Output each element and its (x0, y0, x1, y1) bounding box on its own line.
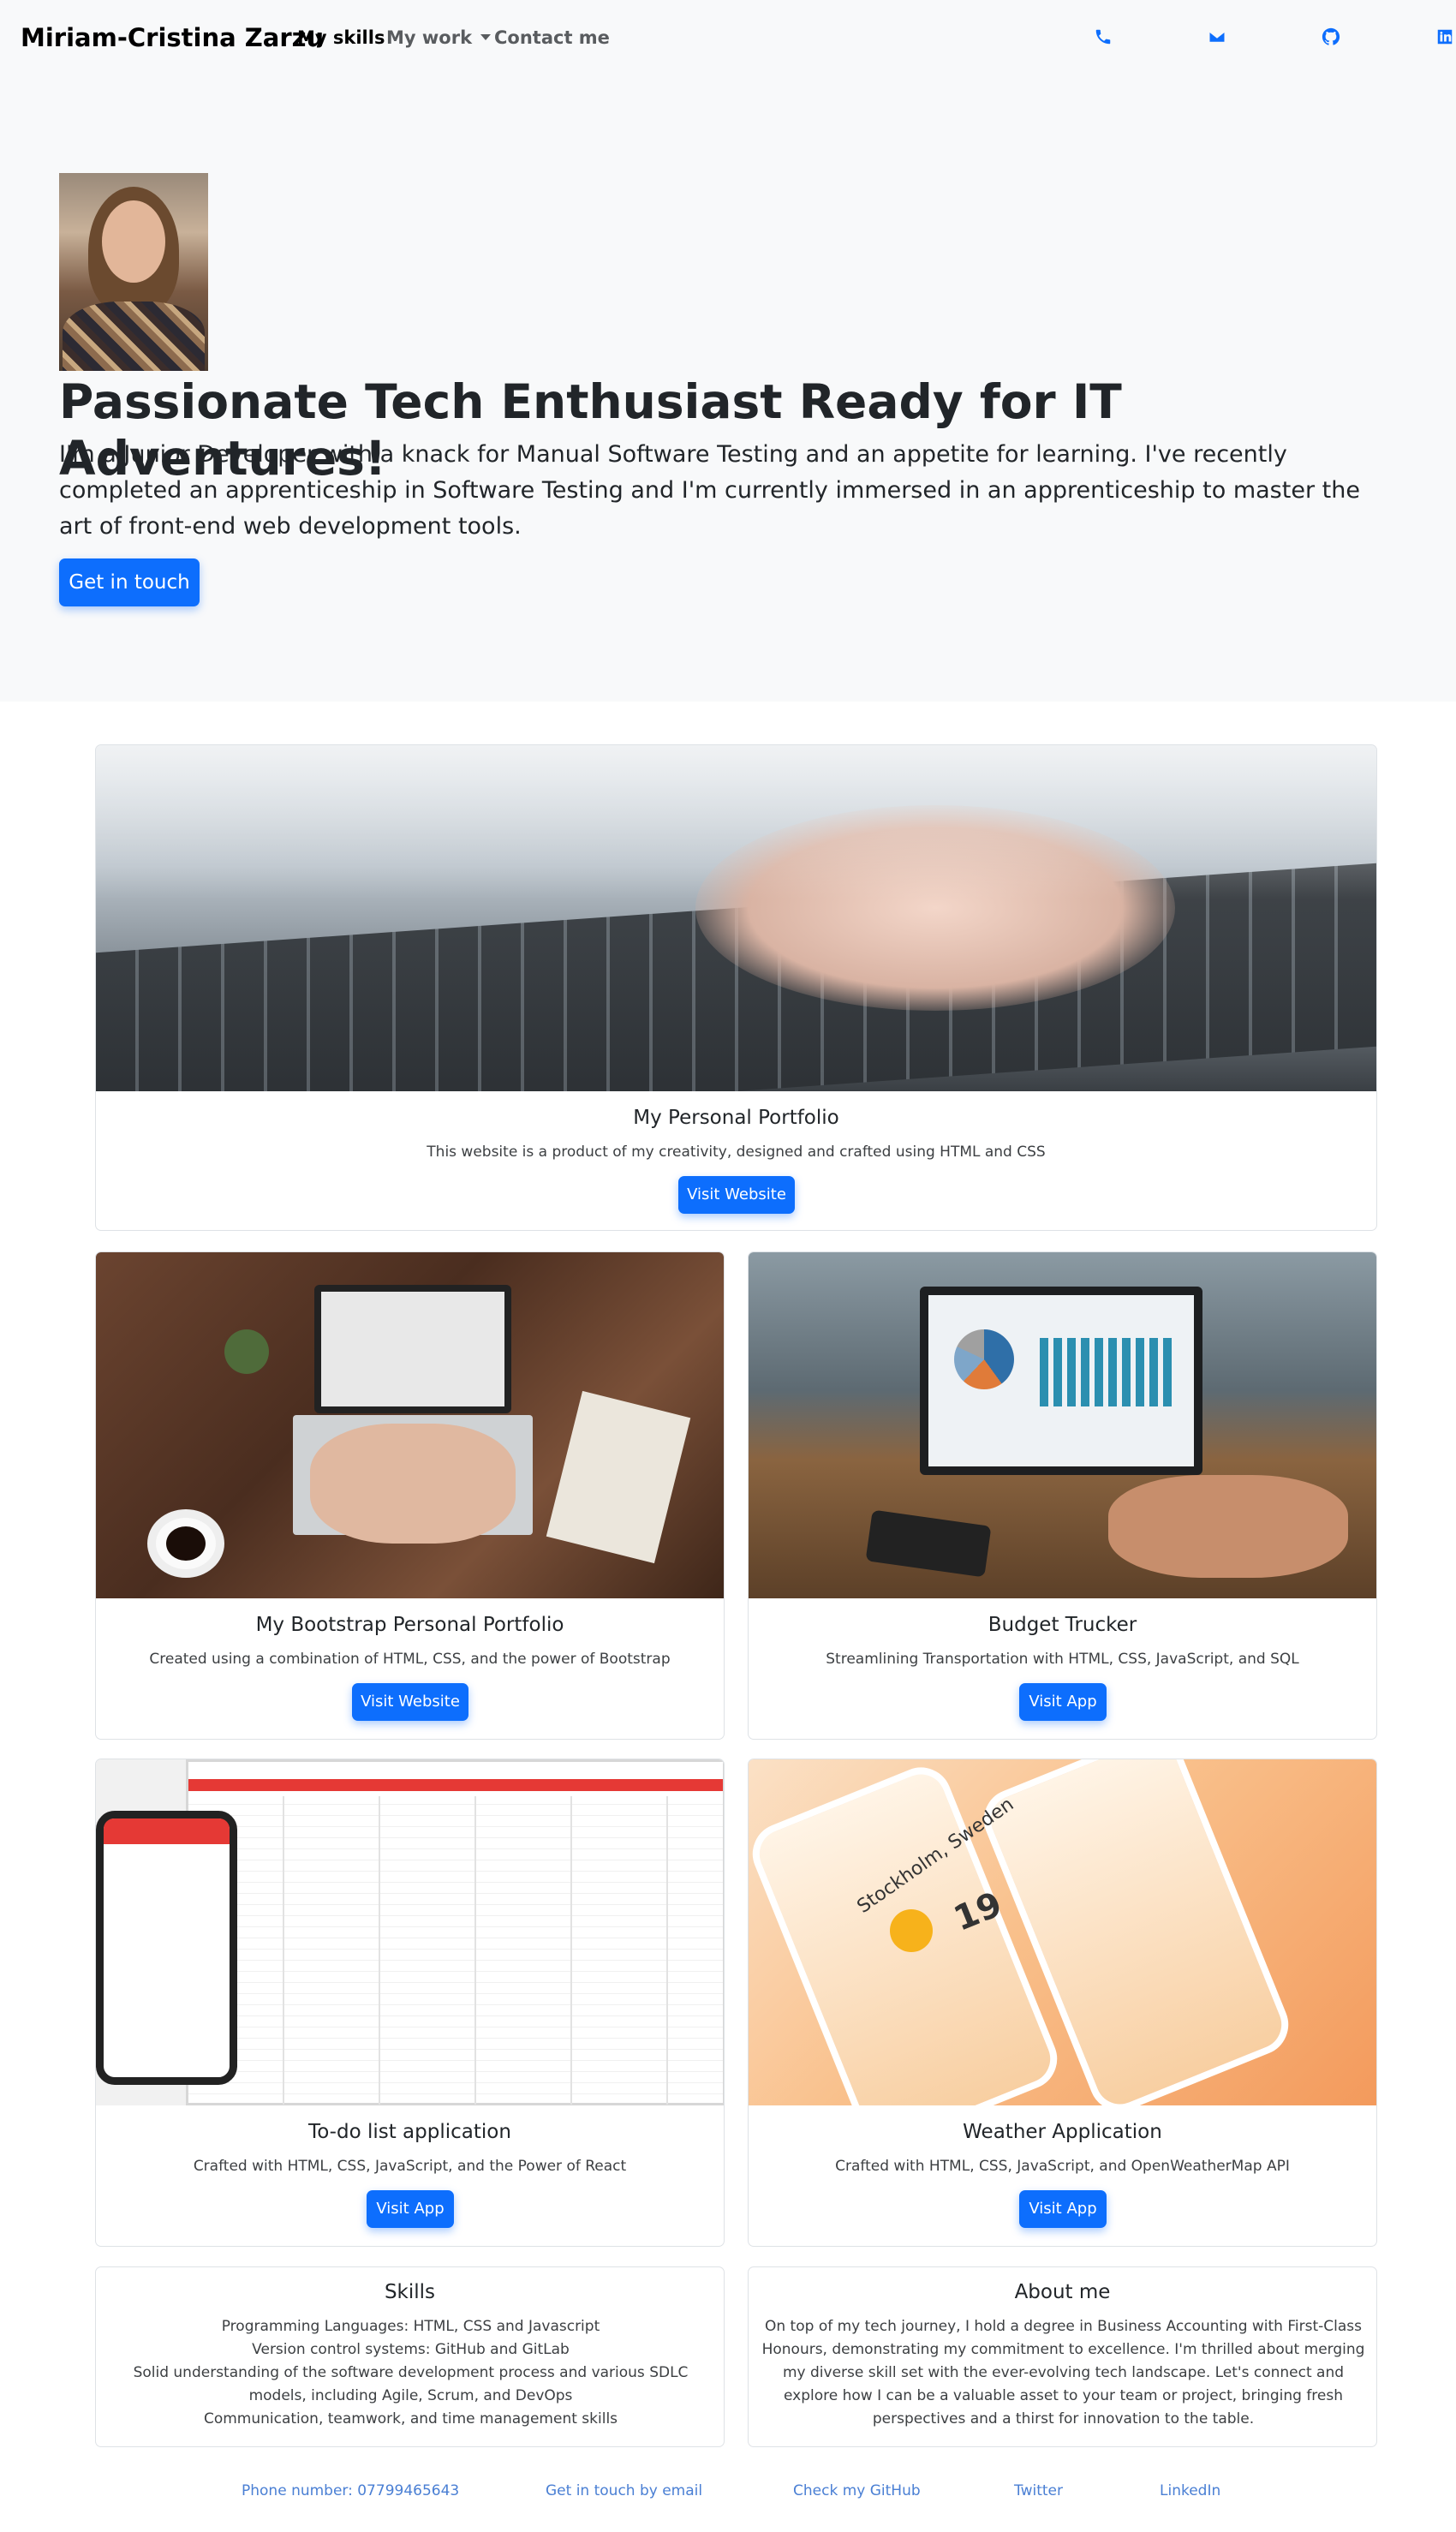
visit-website-button[interactable]: Visit Website (678, 1176, 795, 1214)
nav-link-my-skills[interactable]: My skills (297, 27, 385, 48)
footer-phone-link[interactable]: Phone number: 07799465643 (242, 2482, 459, 2499)
skill-item: Version control systems: GitHub and GitL… (252, 2341, 570, 2358)
project-card-budget-trucker: Budget Trucker Streamlining Transportati… (748, 1251, 1377, 1740)
navbar: Miriam-Cristina Zarzu My skills My work … (0, 0, 1456, 79)
project-title: My Personal Portfolio (633, 1107, 839, 1129)
visit-website-button[interactable]: Visit Website (352, 1683, 468, 1721)
about-text: On top of my tech journey, I hold a degr… (761, 2318, 1365, 2427)
project-card-todo-list: To-do list application Crafted with HTML… (95, 1759, 725, 2247)
project-image-desk-laptop (96, 1252, 724, 1598)
project-title: Budget Trucker (988, 1614, 1137, 1636)
visit-app-button[interactable]: Visit App (367, 2190, 454, 2228)
project-description: Created using a combination of HTML, CSS… (149, 1651, 671, 1668)
nav-link-contact-me[interactable]: Contact me (494, 27, 610, 48)
footer-email-link[interactable]: Get in touch by email (546, 2482, 702, 2499)
skills-title: Skills (384, 2281, 436, 2303)
hero-description: I'm a Junior Developer with a knack for … (59, 441, 1360, 540)
skills-card: Skills Programming Languages: HTML, CSS … (95, 2266, 725, 2447)
project-image-laptop-charts (749, 1252, 1376, 1598)
nav-link-my-work-label: My work (386, 27, 473, 48)
project-card-weather-app: Stockholm, Sweden 19 Weather Application… (748, 1759, 1377, 2247)
profile-photo (59, 173, 208, 371)
project-card-bootstrap-portfolio: My Bootstrap Personal Portfolio Created … (95, 1251, 725, 1740)
github-icon[interactable] (1322, 27, 1344, 50)
skill-item: Solid understanding of the software deve… (133, 2364, 689, 2404)
skills-list: Programming Languages: HTML, CSS and Jav… (106, 2315, 715, 2431)
project-title: My Bootstrap Personal Portfolio (255, 1614, 564, 1636)
nav-dropdown-my-work[interactable]: My work (386, 27, 492, 48)
hero-section: Passionate Tech Enthusiast Ready for IT … (0, 79, 1456, 702)
get-in-touch-button[interactable]: Get in touch (59, 558, 200, 606)
visit-app-button[interactable]: Visit App (1019, 1683, 1107, 1721)
project-card-personal-portfolio: My Personal Portfolio This website is a … (95, 744, 1377, 1231)
project-title: Weather Application (963, 2121, 1162, 2143)
project-description: Streamlining Transportation with HTML, C… (826, 1651, 1299, 1668)
visit-app-button[interactable]: Visit App (1019, 2190, 1107, 2228)
skill-item: Communication, teamwork, and time manage… (203, 2410, 618, 2427)
project-image-keyboard (96, 745, 1376, 1091)
project-image-todo-app (96, 1759, 724, 2105)
project-image-weather-app: Stockholm, Sweden 19 (749, 1759, 1376, 2105)
footer-twitter-link[interactable]: Twitter (1014, 2482, 1063, 2499)
footer-linkedin-link[interactable]: LinkedIn (1160, 2482, 1220, 2499)
project-description: This website is a product of my creativi… (427, 1144, 1046, 1161)
footer-github-link[interactable]: Check my GitHub (793, 2482, 921, 2499)
about-title: About me (1014, 2281, 1111, 2303)
project-description: Crafted with HTML, CSS, JavaScript, and … (835, 2158, 1290, 2175)
about-card: About me On top of my tech journey, I ho… (748, 2266, 1377, 2447)
project-title: To-do list application (308, 2121, 511, 2143)
project-description: Crafted with HTML, CSS, JavaScript, and … (193, 2158, 627, 2175)
caret-down-icon (480, 34, 492, 40)
phone-icon[interactable] (1094, 27, 1116, 50)
envelope-icon[interactable] (1208, 27, 1230, 50)
brand-name[interactable]: Miriam-Cristina Zarzu (21, 23, 324, 52)
linkedin-icon[interactable] (1435, 27, 1456, 50)
skill-item: Programming Languages: HTML, CSS and Jav… (221, 2318, 600, 2335)
